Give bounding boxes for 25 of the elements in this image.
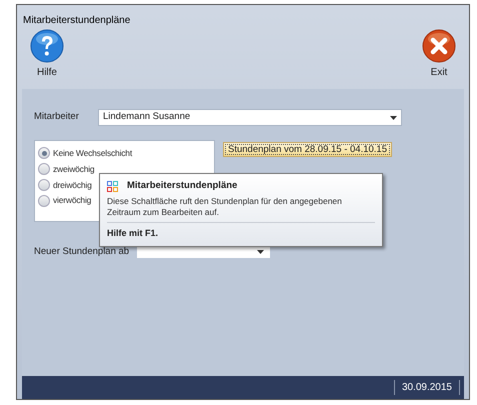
tooltip-title: Mitarbeiterstundenpläne xyxy=(127,179,238,193)
help-icon xyxy=(30,29,64,63)
close-icon xyxy=(422,29,456,63)
radio-label: Keine Wechselschicht xyxy=(53,147,132,160)
employee-dropdown[interactable]: Lindemann Susanne xyxy=(98,109,402,126)
tooltip-text: Diese Schaltfläche ruft den Stundenplan für den angegebenen Zeitraum zum Bearbeiten auf. xyxy=(107,196,343,218)
radio-button[interactable] xyxy=(38,178,50,191)
exit-button[interactable]: Exit xyxy=(422,29,456,89)
grid-icon xyxy=(107,180,118,192)
radio-label: vierwöchig xyxy=(53,194,92,207)
radio-label: dreiwöchig xyxy=(53,178,92,192)
schedule-button[interactable]: Stundenplan vom 28.09.15 - 04.10.15 xyxy=(223,142,392,157)
radio-button[interactable] xyxy=(38,163,50,176)
status-date: 30.09.2015 xyxy=(394,380,460,395)
radio-label: zweiwöchig xyxy=(53,162,94,176)
window-title: Mitarbeiterstundenpläne xyxy=(22,14,132,28)
employee-label: Mitarbeiter xyxy=(34,110,80,124)
radio-button[interactable] xyxy=(38,194,50,207)
caret-icon xyxy=(257,250,264,254)
new-schedule-label: Neuer Stundenplan ab xyxy=(34,245,130,259)
date-dropdown[interactable] xyxy=(137,246,270,258)
help-button[interactable]: Hilfe xyxy=(30,29,64,89)
tooltip-footer: Hilfe mit F1. xyxy=(107,228,158,238)
radio-button[interactable] xyxy=(38,147,50,160)
caret-icon xyxy=(390,116,397,120)
